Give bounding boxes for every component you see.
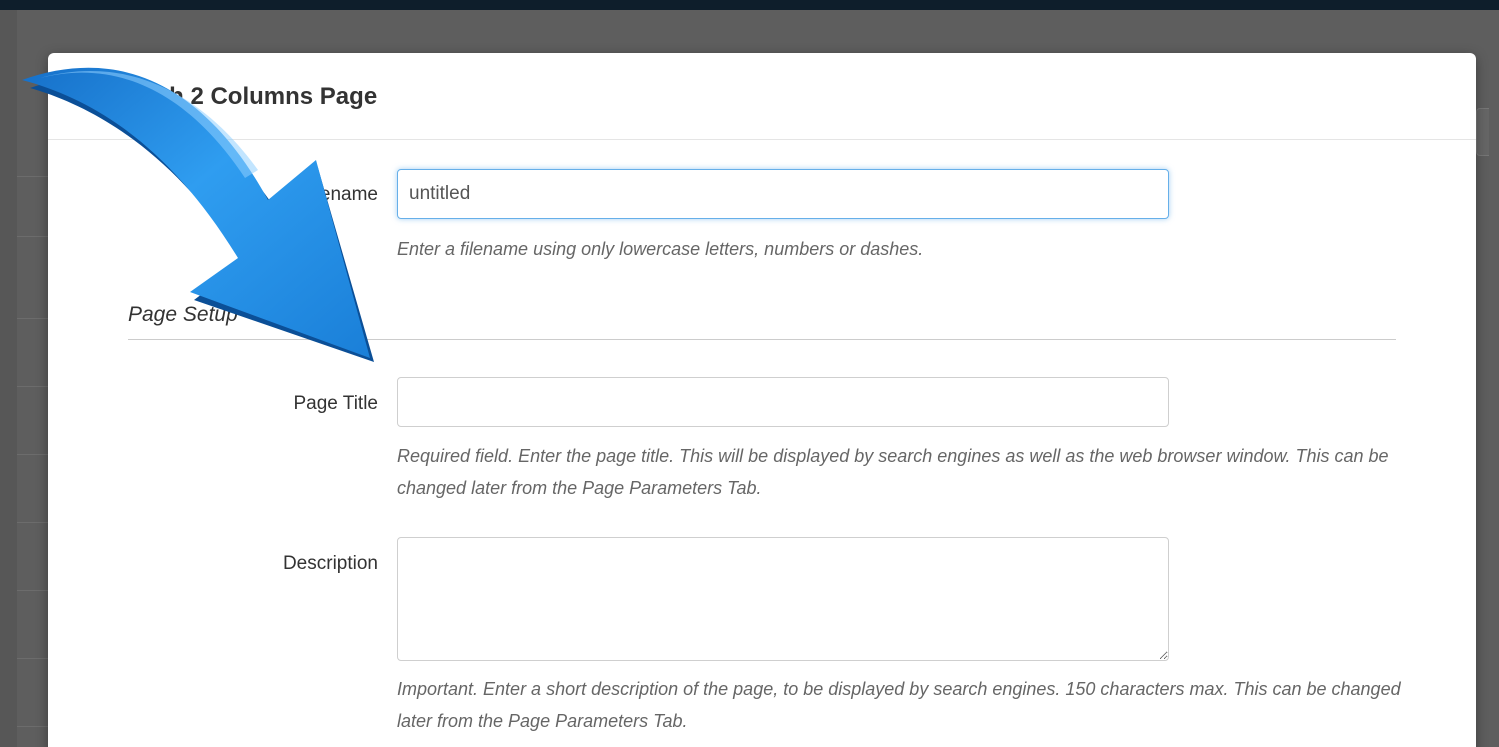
filename-help-text: Enter a filename using only lowercase le… bbox=[397, 239, 924, 259]
page-title-label: Page Title bbox=[293, 393, 379, 414]
screen: New With 2 Columns Page Filename Enter a… bbox=[0, 0, 1499, 747]
app-top-bar bbox=[0, 0, 1499, 10]
background-row-divider bbox=[17, 454, 48, 455]
background-row-divider bbox=[17, 318, 48, 319]
background-sidebar bbox=[0, 10, 17, 747]
background-row-divider bbox=[17, 522, 48, 523]
description-label: Description bbox=[282, 553, 378, 574]
background-row-divider bbox=[17, 236, 48, 237]
new-page-dialog: New With 2 Columns Page Filename Enter a… bbox=[48, 53, 1476, 747]
section-divider bbox=[128, 339, 1396, 340]
page-title-help-text: Required field. Enter the page title. Th… bbox=[397, 446, 1389, 498]
filename-label: Filename bbox=[299, 184, 378, 205]
dialog-title: New With 2 Columns Page bbox=[76, 83, 378, 110]
dialog-header: New With 2 Columns Page bbox=[48, 53, 1476, 140]
background-row-divider bbox=[17, 386, 48, 387]
page-title-input[interactable] bbox=[397, 377, 1169, 427]
background-row-divider bbox=[17, 176, 48, 177]
background-row-divider bbox=[17, 590, 48, 591]
page-setup-heading: Page Setup bbox=[128, 303, 238, 326]
description-help-text: Important. Enter a short description of … bbox=[397, 679, 1401, 731]
description-textarea[interactable] bbox=[397, 537, 1169, 661]
background-row-divider bbox=[17, 658, 48, 659]
filename-input[interactable] bbox=[397, 169, 1169, 219]
background-search-field bbox=[1476, 108, 1489, 156]
background-row-divider bbox=[17, 726, 48, 727]
